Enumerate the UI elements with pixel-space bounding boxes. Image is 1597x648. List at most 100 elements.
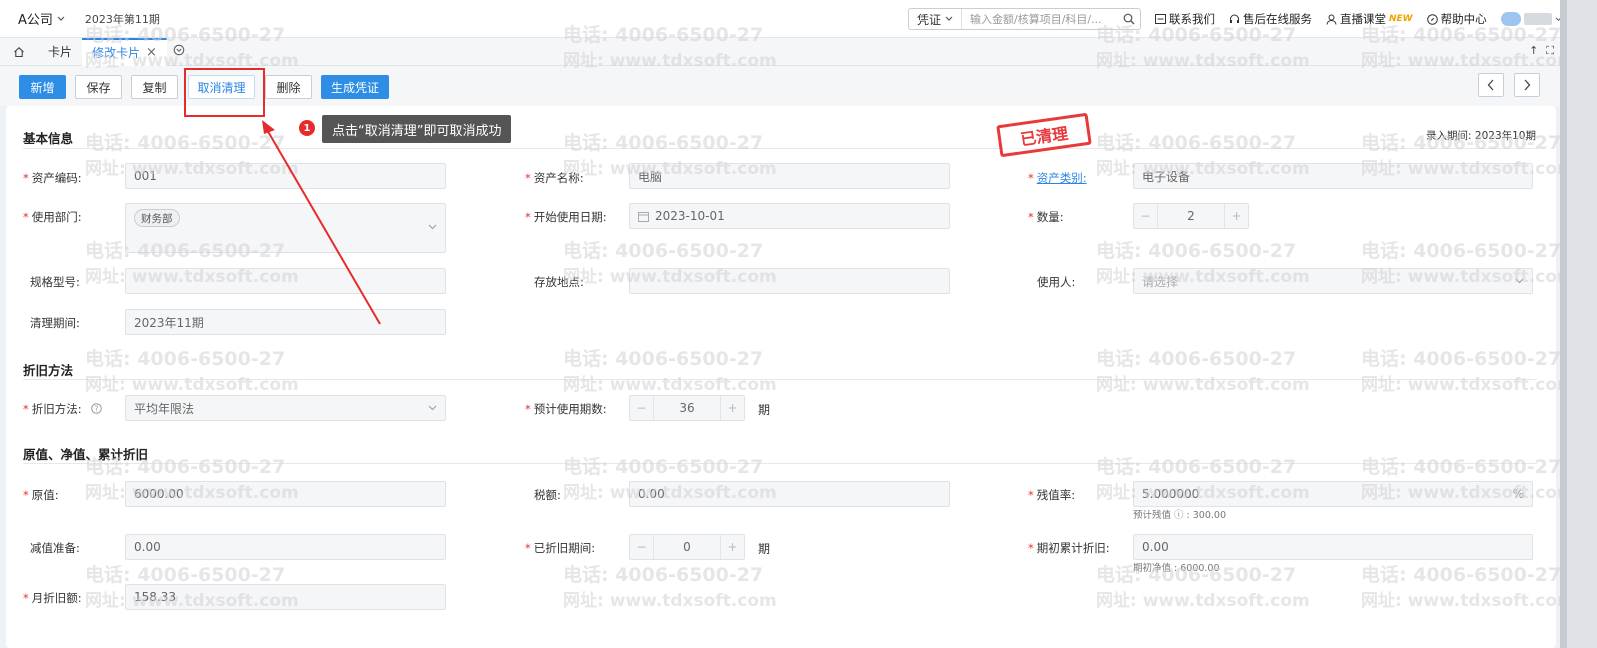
search-icon[interactable] xyxy=(1118,13,1140,25)
live-class-link[interactable]: 直播课堂 NEW xyxy=(1326,11,1413,27)
clear-period-field[interactable]: 2023年11期 xyxy=(125,309,446,335)
monthly-depr-label: * 月折旧额: xyxy=(23,591,82,605)
minus-icon[interactable]: − xyxy=(630,535,654,559)
annotation-tooltip: 点击“取消清理”即可取消成功 xyxy=(322,115,512,143)
location-label: 存放地点: xyxy=(534,275,584,289)
user-label: 使用人: xyxy=(1037,275,1076,289)
depr-method-select[interactable]: 平均年限法 xyxy=(125,395,446,421)
period-unit: 期 xyxy=(758,403,771,417)
current-period: 2023年第11期 xyxy=(84,12,160,26)
tab-bar: 卡片 修改卡片 × ↑ ⛶ xyxy=(0,37,1560,66)
location-field[interactable] xyxy=(629,268,950,294)
user-name-redacted xyxy=(1523,13,1552,25)
generate-voucher-button[interactable]: 生成凭证 xyxy=(321,75,389,99)
dept-select[interactable]: 财务部 xyxy=(125,203,446,253)
section-values: 原值、净值、累计折旧 xyxy=(23,447,149,462)
accum-depr-label: * 期初累计折旧: xyxy=(1028,541,1110,555)
help-center-link[interactable]: 帮助中心 xyxy=(1426,11,1487,27)
card-form: 基本信息 录入期间: 2023年10期 * 资产编码: 001 * 资产名称: 电脑… xyxy=(6,106,1556,648)
monthly-depr-field[interactable]: 158.33 xyxy=(125,584,446,610)
tax-label: 税额: xyxy=(534,488,561,502)
voucher-type-select[interactable]: 凭证 xyxy=(909,9,962,29)
residual-rate-value: 5.000000 xyxy=(1142,487,1200,501)
voucher-search: 凭证 输入金额/核算项目/科目/... xyxy=(908,8,1141,30)
card-icon xyxy=(1155,14,1166,24)
start-date-field[interactable]: 2023-10-01 xyxy=(629,203,950,229)
chevron-down-icon xyxy=(57,16,65,21)
user-select[interactable]: 请选择 xyxy=(1133,268,1533,294)
asset-name-field[interactable]: 电脑 xyxy=(629,163,950,189)
spec-label: 规格型号: xyxy=(30,275,80,289)
asset-type-select[interactable]: 电子设备 xyxy=(1133,163,1533,189)
section-basic-info: 基本信息 xyxy=(23,131,74,146)
depr-periods-stepper[interactable]: − 0 + xyxy=(629,534,745,560)
plus-icon[interactable]: + xyxy=(720,396,744,420)
prev-record-button[interactable] xyxy=(1478,73,1504,97)
contact-us-label: 联系我们 xyxy=(1169,12,1215,26)
minus-icon[interactable]: − xyxy=(1134,204,1158,228)
minus-icon[interactable]: − xyxy=(630,396,654,420)
chevron-down-icon xyxy=(428,405,437,411)
asset-name-label: * 资产名称: xyxy=(525,171,584,185)
tab-card-label: 卡片 xyxy=(48,45,73,59)
percent-unit: % xyxy=(1512,487,1524,501)
residual-hint: 预计残值 ⓘ : 300.00 xyxy=(1133,510,1227,521)
residual-rate-label: * 残值率: xyxy=(1028,488,1076,502)
company-switcher[interactable]: A公司 xyxy=(18,9,65,28)
help-center-label: 帮助中心 xyxy=(1440,12,1487,26)
plus-icon[interactable]: + xyxy=(1224,204,1248,228)
asset-type-value: 电子设备 xyxy=(1142,169,1191,184)
voucher-type-label: 凭证 xyxy=(916,12,941,27)
impairment-field[interactable]: 0.00 xyxy=(125,534,446,560)
collapse-icon[interactable]: ↑ xyxy=(1529,44,1538,58)
user-menu[interactable] xyxy=(1500,12,1562,26)
chevron-down-icon xyxy=(945,16,953,21)
section-depreciation: 折旧方法 xyxy=(23,363,74,378)
user-icon xyxy=(1326,14,1337,25)
divider xyxy=(23,379,1537,380)
depr-method-value: 平均年限法 xyxy=(134,401,195,416)
top-bar: A公司 2023年第11期 凭证 输入金额/核算项目/科目/... 联系我们 售… xyxy=(0,0,1562,38)
asset-code-field[interactable]: 001 xyxy=(125,163,446,189)
next-record-button[interactable] xyxy=(1514,73,1540,97)
tab-edit-card-label: 修改卡片 xyxy=(92,46,141,60)
fullscreen-icon[interactable]: ⛶ xyxy=(1546,44,1554,58)
tab-edit-card[interactable]: 修改卡片 × xyxy=(82,37,167,66)
new-badge: NEW xyxy=(1389,14,1413,24)
entry-period: 录入期间: 2023年10期 xyxy=(1426,130,1536,142)
live-class-label: 直播课堂 xyxy=(1340,12,1386,26)
search-input[interactable]: 输入金额/核算项目/科目/... xyxy=(962,11,1118,27)
expected-periods-stepper[interactable]: − 36 + xyxy=(629,395,745,421)
qty-label: * 数量: xyxy=(1028,210,1064,224)
spec-field[interactable] xyxy=(125,268,446,294)
more-tabs-icon[interactable] xyxy=(173,44,185,59)
save-button[interactable]: 保存 xyxy=(75,75,122,99)
expected-periods-label: * 预计使用期数: xyxy=(525,402,607,416)
tab-card[interactable]: 卡片 xyxy=(38,38,82,66)
accum-depr-field[interactable]: 0.00 xyxy=(1133,534,1533,560)
close-icon[interactable]: × xyxy=(146,45,157,60)
plus-icon[interactable]: + xyxy=(720,535,744,559)
qty-stepper[interactable]: − 2 + xyxy=(1133,203,1249,229)
expected-periods-value: 36 xyxy=(679,401,695,415)
depr-method-label: * 折旧方法: ? xyxy=(23,401,103,417)
chevron-left-icon xyxy=(1487,79,1494,91)
original-value-field[interactable]: 6000.00 xyxy=(125,481,446,507)
copy-button[interactable]: 复制 xyxy=(131,75,178,99)
tax-field[interactable]: 0.00 xyxy=(629,481,950,507)
start-date-value: 2023-10-01 xyxy=(655,209,725,223)
period-unit: 期 xyxy=(758,542,771,556)
compass-icon xyxy=(1426,13,1438,25)
headset-icon xyxy=(1230,14,1239,23)
contact-us-link[interactable]: 联系我们 xyxy=(1155,11,1215,27)
company-name: A公司 xyxy=(18,13,53,28)
new-button[interactable]: 新增 xyxy=(19,75,66,99)
home-icon[interactable] xyxy=(0,46,38,58)
online-service-link[interactable]: 售后在线服务 xyxy=(1229,11,1312,27)
help-icon[interactable]: ? xyxy=(91,403,103,414)
residual-rate-field[interactable]: 5.000000 % xyxy=(1133,481,1533,507)
annotation-highlight-box xyxy=(184,68,265,117)
dept-tag[interactable]: 财务部 xyxy=(134,209,180,227)
delete-button[interactable]: 删除 xyxy=(265,75,312,99)
step-badge: 1 xyxy=(299,120,315,136)
